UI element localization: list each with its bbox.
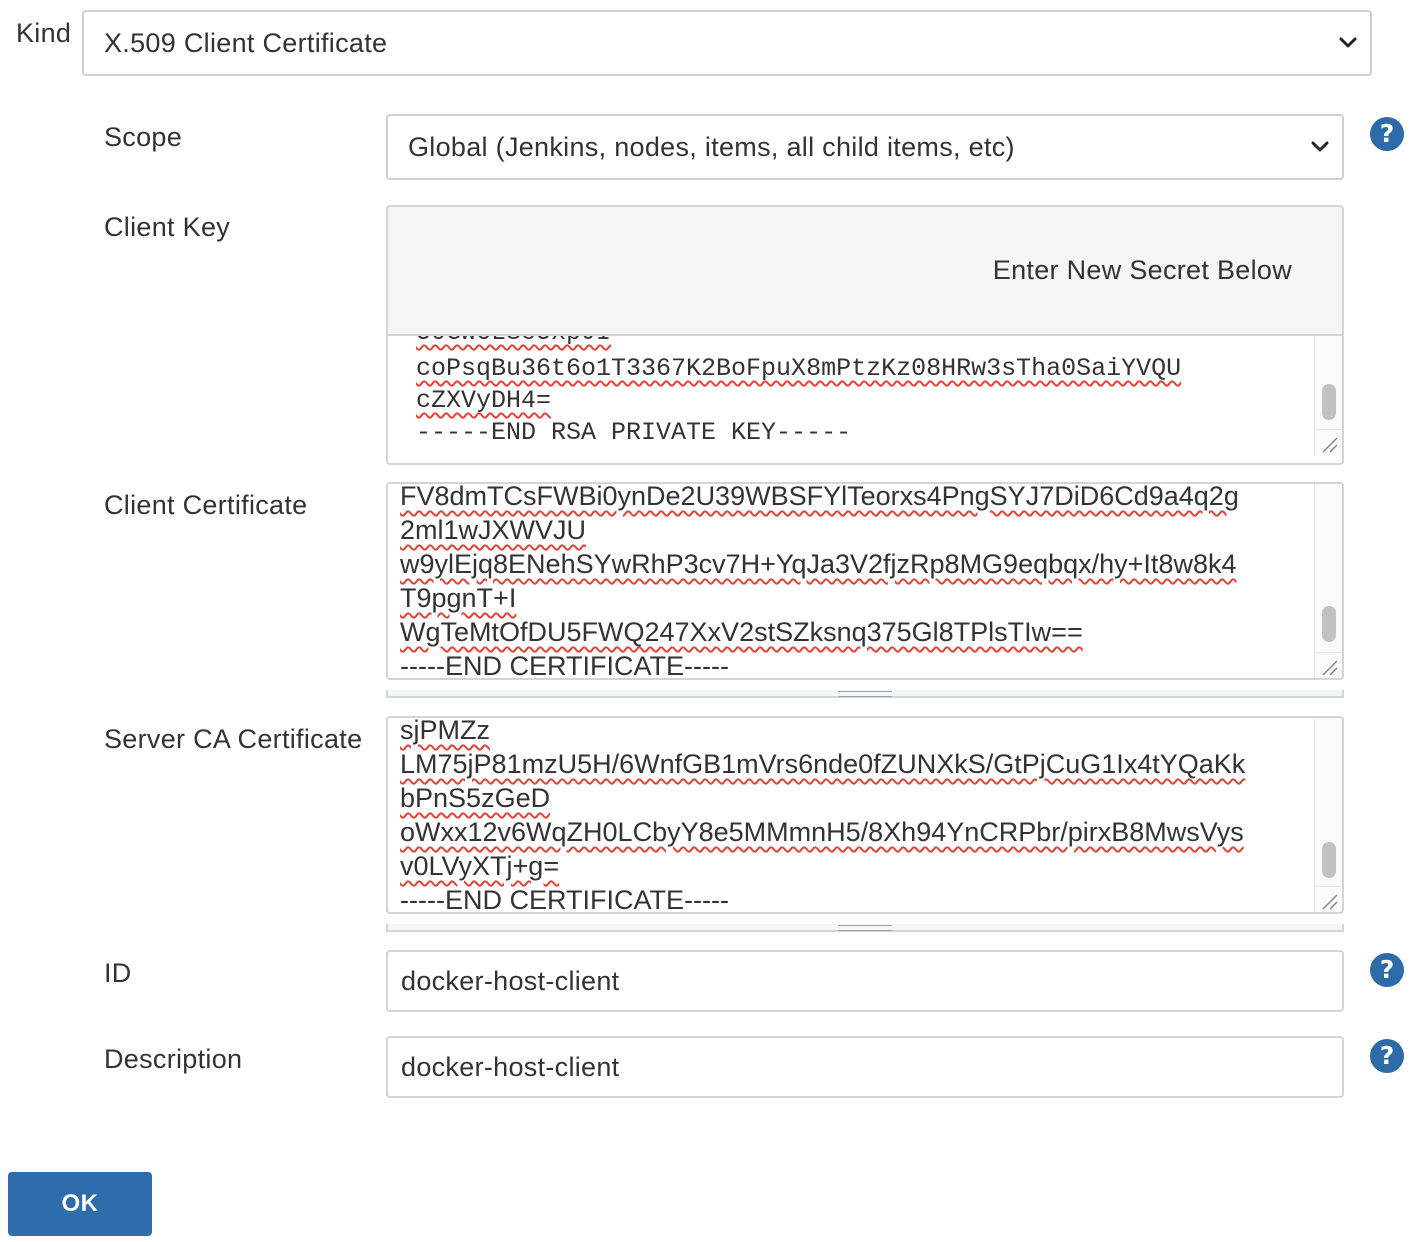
resize-handle[interactable] [1314,652,1341,678]
kind-select[interactable]: X.509 Client Certificate [82,10,1372,76]
text-line: -----END CERTIFICATE----- [400,651,729,678]
text-line: T9pgnT+I [400,583,517,613]
id-label: ID [104,958,132,988]
text-line: oWxx12v6WqZH0LCbyY8e5MMmnH5/8Xh94YnCRPbr… [400,817,1244,847]
server-ca-certificate-text: sjPMZz LM75jP81mzU5H/6WnfGB1mVrs6nde0fZU… [400,718,1312,912]
text-line: U0GwCLScUxpJI [416,336,611,347]
resize-grip-icon [1322,660,1338,676]
grip-lines-icon [838,691,892,697]
description-help-icon[interactable]: ? [1370,1039,1404,1073]
description-input[interactable]: docker-host-client [386,1036,1344,1098]
id-input[interactable]: docker-host-client [386,950,1344,1012]
ok-button[interactable]: OK [8,1172,152,1236]
secret-header: Enter New Secret Below [388,207,1342,336]
text-line: 2ml1wJXWVJU [400,515,587,545]
client-certificate-text: FV8dmTCsFWBi0ynDe2U39WBSFYlTeorxs4PngSYJ… [400,484,1312,678]
text-line: FV8dmTCsFWBi0ynDe2U39WBSFYlTeorxs4PngSYJ… [400,484,1239,511]
server-ca-certificate-textarea[interactable]: sjPMZz LM75jP81mzU5H/6WnfGB1mVrs6nde0fZU… [386,716,1344,914]
client-certificate-label: Client Certificate [104,490,308,520]
text-line: LM75jP81mzU5H/6WnfGB1mVrs6nde0fZUNXkS/Gt… [400,749,1246,779]
scrollbar-thumb[interactable] [1322,606,1336,642]
scrollbar[interactable] [1314,484,1342,652]
id-input-value: docker-host-client [401,965,620,996]
chevron-down-icon [1339,37,1357,48]
grip-lines-icon [838,925,892,931]
server-ca-certificate-label: Server CA Certificate [104,724,363,754]
text-line: -----END CERTIFICATE----- [400,885,729,912]
chevron-down-icon [1311,141,1329,152]
client-key-textarea[interactable]: U0GwCLScUxpJI coPsqBu36t6o1T3367K2BoFpuX… [416,336,1316,463]
text-line: w9ylEjq8ENehSYwRhP3cv7H+YqJa3V2fjzRp8MG9… [400,549,1237,579]
text-line: cZXVyDH4= [416,386,552,415]
textarea-resize-grip[interactable] [386,924,1344,932]
description-input-value: docker-host-client [401,1051,620,1082]
secret-header-text: Enter New Secret Below [992,255,1292,285]
text-line: bPnS5zGeD [400,783,551,813]
scrollbar-thumb[interactable] [1322,384,1336,420]
id-help-icon[interactable]: ? [1370,953,1404,987]
scope-select[interactable]: Global (Jenkins, nodes, items, all child… [386,114,1344,180]
scrollbar[interactable] [1314,336,1342,429]
scope-selected-value: Global (Jenkins, nodes, items, all child… [408,131,1015,162]
resize-grip-icon [1322,437,1338,453]
resize-grip-icon [1322,894,1338,910]
client-certificate-textarea[interactable]: FV8dmTCsFWBi0ynDe2U39WBSFYlTeorxs4PngSYJ… [386,482,1344,680]
text-line: WgTeMtOfDU5FWQ247XxV2stSZksnq375Gl8TPlsT… [400,617,1083,647]
scope-label: Scope [104,122,183,152]
resize-handle[interactable] [1314,886,1341,912]
resize-handle[interactable] [1314,429,1341,456]
credentials-form: Kind X.509 Client Certificate Scope Glob… [0,0,1412,1242]
scope-help-icon[interactable]: ? [1370,117,1404,151]
kind-selected-value: X.509 Client Certificate [104,27,388,58]
client-key-box: Enter New Secret Below U0GwCLScUxpJI coP… [386,205,1344,465]
client-key-label: Client Key [104,212,231,242]
scrollbar[interactable] [1314,718,1342,886]
text-line: v0LVyXTj+g= [400,851,560,881]
textarea-resize-grip[interactable] [386,690,1344,698]
scrollbar-thumb[interactable] [1322,842,1336,878]
description-label: Description [104,1044,243,1074]
text-line: coPsqBu36t6o1T3367K2BoFpuX8mPtzKz08HRw3s… [416,354,1182,383]
text-line: sjPMZz [400,718,490,745]
kind-label: Kind [16,18,72,48]
text-line: -----END RSA PRIVATE KEY----- [416,418,852,447]
